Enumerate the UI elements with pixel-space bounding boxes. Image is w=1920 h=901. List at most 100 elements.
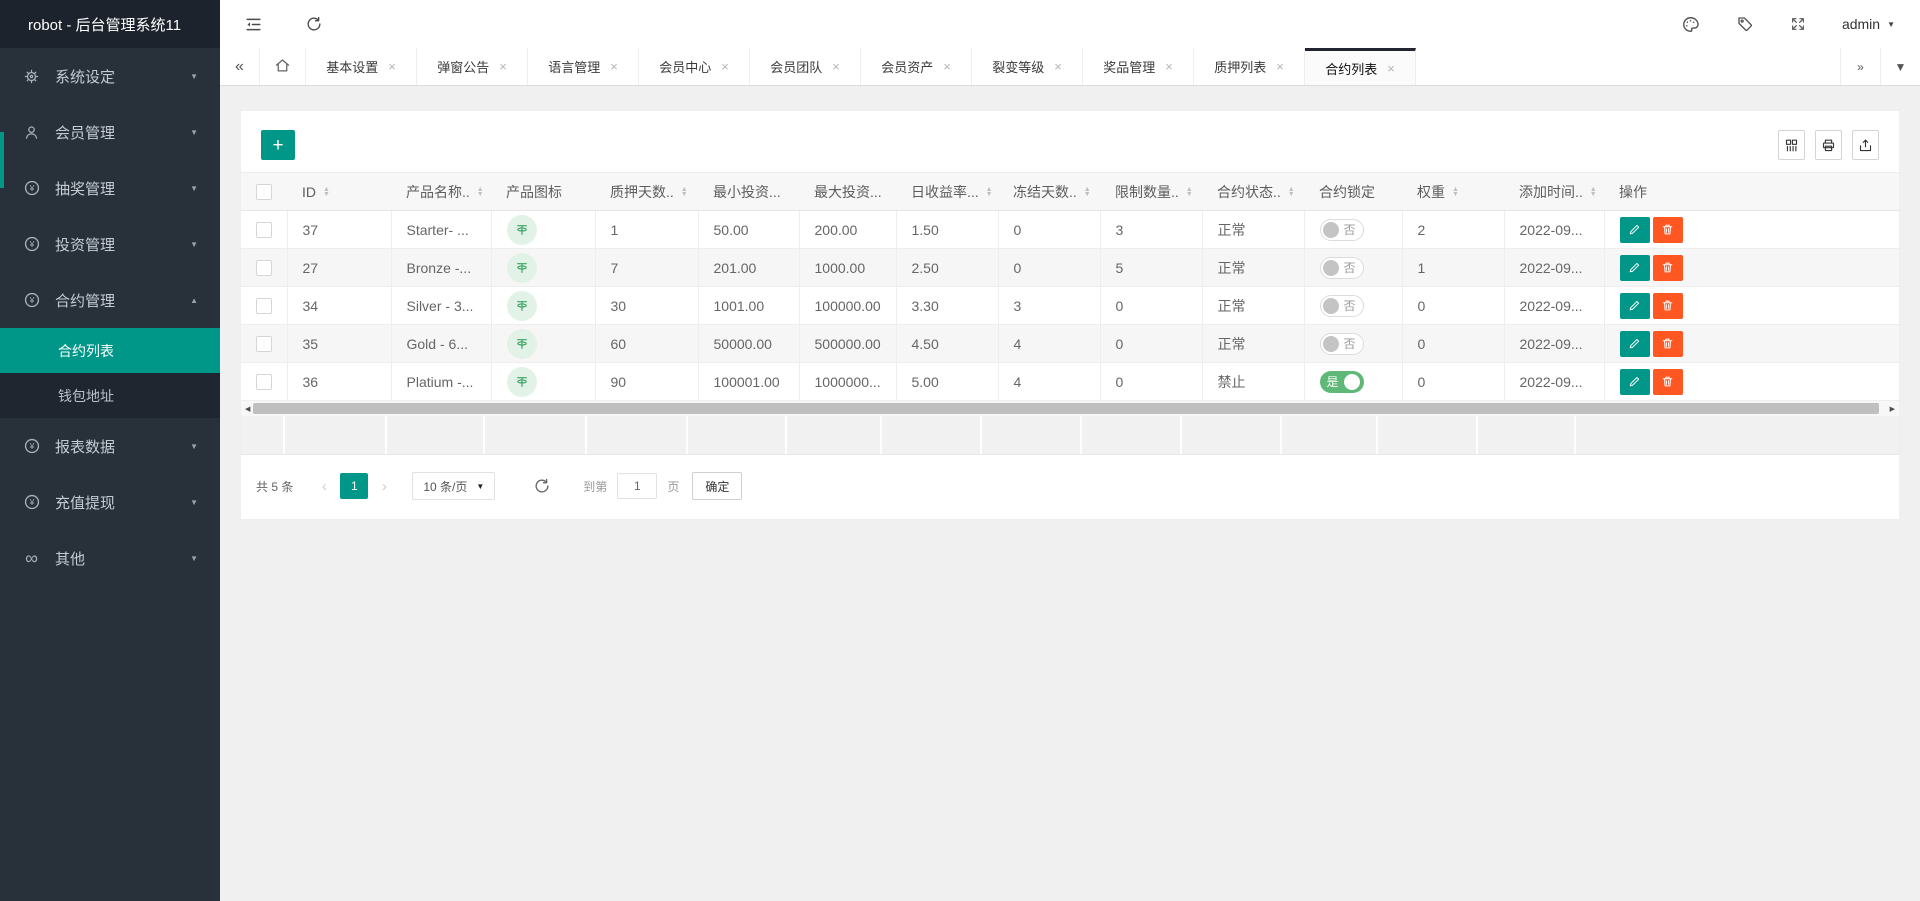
sort-down-icon[interactable]: ▼	[477, 192, 484, 197]
fullscreen-icon[interactable]	[1790, 16, 1806, 32]
close-icon[interactable]: ×	[610, 59, 618, 74]
tab-active[interactable]: 合约列表×	[1305, 48, 1416, 85]
columns-button[interactable]	[1778, 130, 1805, 160]
printer-button[interactable]	[1815, 130, 1842, 160]
delete-button[interactable]	[1653, 255, 1683, 281]
sort-icon[interactable]: ▲▼	[1186, 187, 1193, 197]
close-icon[interactable]: ×	[943, 59, 951, 74]
delete-button[interactable]	[1653, 217, 1683, 243]
sidebar-item-4[interactable]: ¥投资管理▼	[0, 216, 220, 272]
delete-button[interactable]	[1653, 331, 1683, 357]
row-checkbox[interactable]	[256, 222, 272, 238]
column-header-limit_count[interactable]: 限制数量..▲▼	[1100, 173, 1202, 211]
page-size-select[interactable]: 10 条/页 ▼	[412, 472, 495, 500]
next-page-button[interactable]: ›	[373, 478, 395, 495]
tabs-menu-button[interactable]: ▼	[1880, 48, 1920, 85]
refresh-icon[interactable]	[305, 15, 323, 33]
lock-switch[interactable]: 否	[1320, 257, 1364, 279]
lock-switch[interactable]: 否	[1320, 333, 1364, 355]
edit-button[interactable]	[1620, 331, 1650, 357]
sort-icon[interactable]: ▲▼	[477, 187, 484, 197]
menu-fold-icon[interactable]	[244, 15, 263, 34]
refresh-table-icon[interactable]	[533, 477, 551, 495]
scrollbar-thumb[interactable]	[253, 403, 1879, 414]
horizontal-scrollbar[interactable]: ◀ ▶	[241, 401, 1899, 416]
tag-icon[interactable]	[1736, 15, 1754, 33]
close-icon[interactable]: ×	[499, 59, 507, 74]
sort-icon[interactable]: ▲▼	[323, 187, 330, 197]
close-icon[interactable]: ×	[832, 59, 840, 74]
confirm-button[interactable]: 确定	[692, 472, 742, 500]
column-header-freeze_days[interactable]: 冻结天数..▲▼	[998, 173, 1100, 211]
sidebar-item-1[interactable]: 系统设定▼	[0, 48, 220, 104]
tab[interactable]: 会员团队×	[750, 48, 861, 85]
tab[interactable]: 弹窗公告×	[417, 48, 528, 85]
row-checkbox[interactable]	[256, 374, 272, 390]
row-checkbox[interactable]	[256, 298, 272, 314]
scroll-left-icon[interactable]: ◀	[245, 405, 250, 413]
lock-switch[interactable]: 是	[1320, 371, 1364, 393]
close-icon[interactable]: ×	[388, 59, 396, 74]
tab[interactable]: 质押列表×	[1194, 48, 1305, 85]
sidebar-item-2[interactable]: 会员管理▼	[0, 104, 220, 160]
edit-button[interactable]	[1620, 255, 1650, 281]
tab[interactable]: 会员资产×	[861, 48, 972, 85]
user-menu[interactable]: admin ▼	[1842, 16, 1895, 32]
sort-icon[interactable]: ▲▼	[1452, 187, 1459, 197]
tab[interactable]: 奖品管理×	[1083, 48, 1194, 85]
edit-button[interactable]	[1620, 369, 1650, 395]
close-icon[interactable]: ×	[721, 59, 729, 74]
column-header-name[interactable]: 产品名称..▲▼	[391, 173, 491, 211]
sidebar-item-6[interactable]: ¥报表数据▼	[0, 418, 220, 474]
edit-button[interactable]	[1620, 293, 1650, 319]
lock-switch[interactable]: 否	[1320, 295, 1364, 317]
edit-button[interactable]	[1620, 217, 1650, 243]
theme-palette-icon[interactable]	[1681, 15, 1700, 34]
column-header-status[interactable]: 合约状态..▲▼	[1202, 173, 1304, 211]
delete-button[interactable]	[1653, 369, 1683, 395]
close-icon[interactable]: ×	[1276, 59, 1284, 74]
sort-icon[interactable]: ▲▼	[986, 187, 993, 197]
close-icon[interactable]: ×	[1054, 59, 1062, 74]
select-all-checkbox[interactable]	[256, 184, 272, 200]
export-button[interactable]	[1852, 130, 1879, 160]
sidebar-item-5[interactable]: ¥合约管理▲	[0, 272, 220, 328]
sort-down-icon[interactable]: ▼	[323, 192, 330, 197]
row-checkbox[interactable]	[256, 336, 272, 352]
tab[interactable]: 裂变等级×	[972, 48, 1083, 85]
close-icon[interactable]: ×	[1387, 61, 1395, 76]
sort-down-icon[interactable]: ▼	[1590, 192, 1597, 197]
add-button[interactable]: +	[261, 130, 295, 160]
sort-down-icon[interactable]: ▼	[1186, 192, 1193, 197]
home-tab[interactable]	[260, 48, 306, 85]
sort-icon[interactable]: ▲▼	[1590, 187, 1597, 197]
sidebar-item-3[interactable]: ¥抽奖管理▼	[0, 160, 220, 216]
goto-page-input[interactable]	[617, 473, 657, 499]
sort-down-icon[interactable]: ▼	[681, 192, 688, 197]
sidebar-subitem[interactable]: 钱包地址	[0, 373, 220, 418]
column-header-pledge_days[interactable]: 质押天数..▲▼	[595, 173, 698, 211]
column-header-daily_rate[interactable]: 日收益率...▲▼	[896, 173, 998, 211]
sort-icon[interactable]: ▲▼	[681, 187, 688, 197]
delete-button[interactable]	[1653, 293, 1683, 319]
tab[interactable]: 语言管理×	[528, 48, 639, 85]
sidebar-scrollbar-thumb[interactable]	[0, 132, 4, 188]
sidebar-subitem[interactable]: 合约列表	[0, 328, 220, 373]
sort-down-icon[interactable]: ▼	[1452, 192, 1459, 197]
row-checkbox[interactable]	[256, 260, 272, 276]
column-header-added[interactable]: 添加时间..▲▼	[1504, 173, 1604, 211]
sidebar-item-8[interactable]: ∞其他▼	[0, 530, 220, 586]
sort-down-icon[interactable]: ▼	[986, 192, 993, 197]
tab[interactable]: 基本设置×	[306, 48, 417, 85]
column-header-id[interactable]: ID▲▼	[287, 173, 391, 211]
sidebar-item-7[interactable]: ¥充值提现▼	[0, 474, 220, 530]
sort-down-icon[interactable]: ▼	[1288, 192, 1295, 197]
column-header-weight[interactable]: 权重▲▼	[1402, 173, 1504, 211]
sort-icon[interactable]: ▲▼	[1288, 187, 1295, 197]
sort-icon[interactable]: ▲▼	[1084, 187, 1091, 197]
tab[interactable]: 会员中心×	[639, 48, 750, 85]
lock-switch[interactable]: 否	[1320, 219, 1364, 241]
current-page-button[interactable]: 1	[340, 473, 368, 499]
sort-down-icon[interactable]: ▼	[1084, 192, 1091, 197]
tabs-scroll-left-button[interactable]: «	[220, 48, 260, 85]
